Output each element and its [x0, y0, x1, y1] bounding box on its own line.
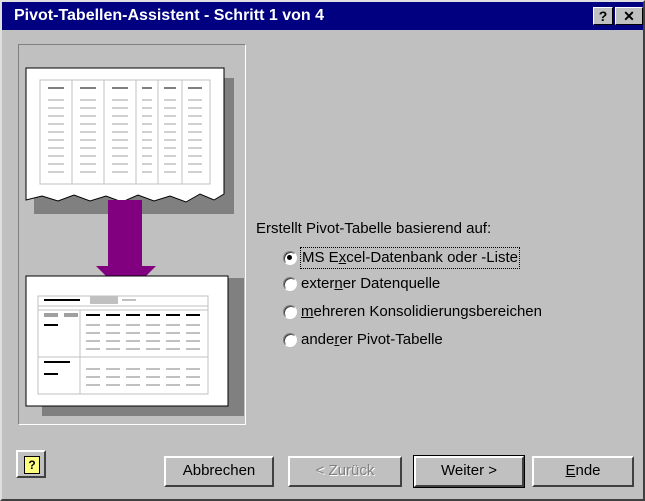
help-button[interactable]: ?: [16, 450, 46, 478]
help-icon: ?: [24, 456, 40, 474]
title-bar[interactable]: Pivot-Tabellen-Assistent - Schritt 1 von…: [2, 2, 643, 30]
radio-button[interactable]: [283, 305, 297, 319]
title-help-button[interactable]: ?: [593, 7, 613, 25]
option-label: mehreren Konsolidierungsbereichen: [301, 303, 542, 320]
close-button[interactable]: ✕: [615, 7, 643, 25]
radio-button[interactable]: [283, 333, 297, 347]
cancel-button[interactable]: Abbrechen: [164, 456, 274, 487]
radio-dot: [287, 255, 292, 260]
window-title: Pivot-Tabellen-Assistent - Schritt 1 von…: [14, 7, 324, 24]
section-label: Erstellt Pivot-Tabelle basierend auf:: [256, 220, 492, 237]
back-button[interactable]: < Zurück: [288, 456, 402, 487]
option-label: anderer Pivot-Tabelle: [301, 331, 443, 348]
option-label: externer Datenquelle: [301, 275, 441, 292]
next-button[interactable]: Weiter >: [413, 455, 525, 488]
finish-button[interactable]: Ende: [532, 456, 634, 487]
dialog-window: Pivot-Tabellen-Assistent - Schritt 1 von…: [0, 0, 645, 501]
radio-button[interactable]: [283, 277, 297, 291]
option-label: MS Excel-Datenbank oder -Liste: [300, 247, 520, 269]
radio-button[interactable]: [283, 251, 297, 265]
pivot-illustration: [25, 67, 244, 416]
illustration-panel: [18, 44, 246, 425]
